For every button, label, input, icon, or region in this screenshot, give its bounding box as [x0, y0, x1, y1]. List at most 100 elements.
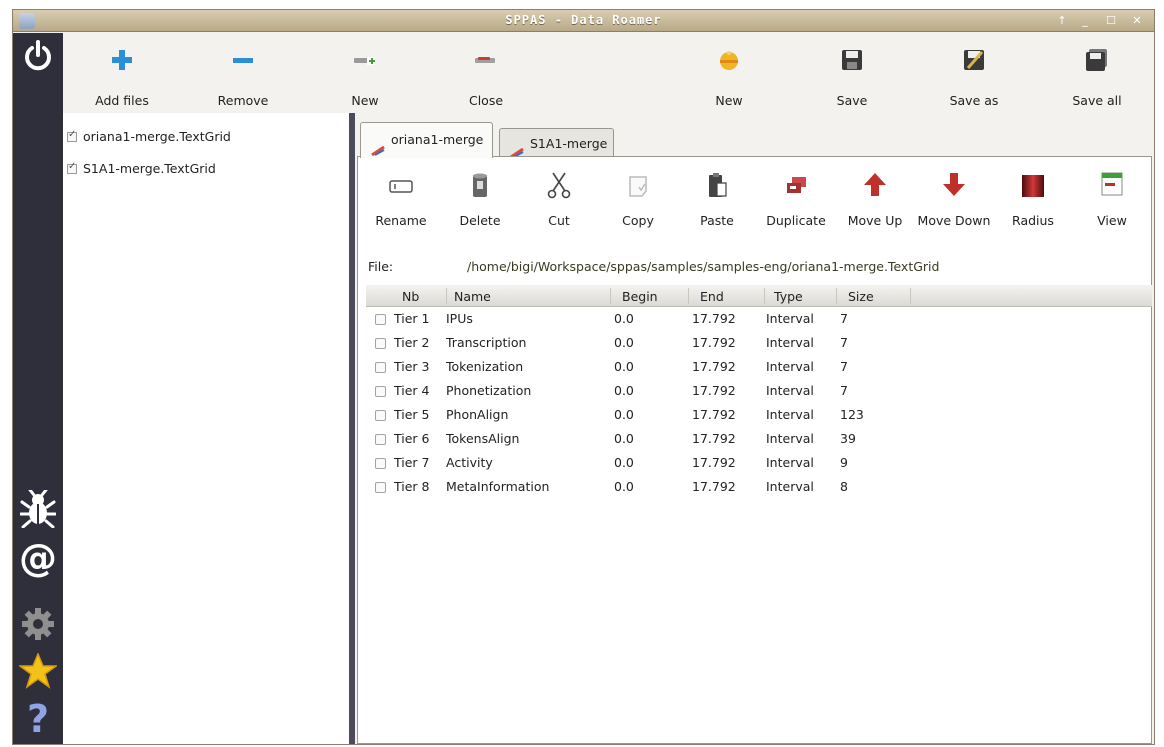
save-label: Save: [836, 93, 868, 108]
tab-oriana1-merge[interactable]: oriana1-merge: [360, 122, 493, 158]
rename-button[interactable]: Rename: [361, 171, 441, 231]
move-down-button[interactable]: Move Down: [914, 171, 994, 231]
delete-label: Delete: [459, 213, 501, 228]
bug-icon[interactable]: [18, 488, 58, 530]
radius-button[interactable]: Radius: [993, 171, 1073, 231]
col-header-size[interactable]: Size: [848, 289, 874, 304]
cell-end: 17.792: [692, 431, 736, 446]
table-row[interactable]: Tier 8 MetaInformation 0.0 17.792 Interv…: [366, 475, 1152, 499]
cell-begin: 0.0: [614, 311, 634, 326]
help-icon[interactable]: ?: [18, 697, 58, 741]
row-checkbox[interactable]: [375, 338, 386, 349]
shade-button[interactable]: ↑: [1052, 12, 1072, 29]
file-item-oriana1[interactable]: oriana1-merge.TextGrid: [67, 129, 231, 147]
table-row[interactable]: Tier 7 Activity 0.0 17.792 Interval 9: [366, 451, 1152, 475]
duplicate-button[interactable]: Duplicate: [756, 171, 836, 231]
save-all-button[interactable]: Save all: [1047, 33, 1147, 111]
arrow-down-icon: [942, 171, 966, 199]
row-checkbox[interactable]: [375, 410, 386, 421]
file-item-s1a1[interactable]: S1A1-merge.TextGrid: [67, 161, 216, 179]
cut-label: Cut: [548, 213, 570, 228]
cell-size: 7: [840, 383, 848, 398]
table-row[interactable]: Tier 3 Tokenization 0.0 17.792 Interval …: [366, 355, 1152, 379]
cell-begin: 0.0: [614, 407, 634, 422]
row-checkbox[interactable]: [375, 434, 386, 445]
tab-s1a1-merge[interactable]: S1A1-merge: [499, 128, 614, 159]
col-header-begin[interactable]: Begin: [622, 289, 658, 304]
add-files-button[interactable]: Add files: [72, 33, 172, 111]
table-row[interactable]: Tier 1 IPUs 0.0 17.792 Interval 7: [366, 307, 1152, 331]
cell-type: Interval: [766, 407, 814, 422]
cell-name: MetaInformation: [446, 479, 550, 494]
cell-type: Interval: [766, 335, 814, 350]
save-button[interactable]: Save: [802, 33, 902, 111]
paste-button[interactable]: Paste: [677, 171, 757, 231]
tab-label: oriana1-merge: [391, 132, 484, 147]
row-checkbox[interactable]: [375, 482, 386, 493]
row-checkbox[interactable]: [375, 458, 386, 469]
delete-button[interactable]: Delete: [440, 171, 520, 231]
cell-end: 17.792: [692, 311, 736, 326]
remove-button[interactable]: Remove: [193, 33, 293, 111]
cell-nb: Tier 7: [394, 455, 430, 470]
col-header-nb[interactable]: Nb: [402, 289, 419, 304]
table-body: Tier 1 IPUs 0.0 17.792 Interval 7 Tier 2…: [366, 307, 1152, 499]
file-checkbox[interactable]: [67, 161, 77, 174]
close-file-button[interactable]: Close: [436, 33, 536, 111]
rename-label: Rename: [375, 213, 427, 228]
cell-type: Interval: [766, 359, 814, 374]
view-icon: [1100, 171, 1124, 199]
col-header-name[interactable]: Name: [454, 289, 491, 304]
cell-end: 17.792: [692, 479, 736, 494]
cell-type: Interval: [766, 383, 814, 398]
table-row[interactable]: Tier 6 TokensAlign 0.0 17.792 Interval 3…: [366, 427, 1152, 451]
paste-label: Paste: [700, 213, 734, 228]
cell-name: TokensAlign: [446, 431, 520, 446]
scissors-icon: [547, 171, 571, 199]
cell-end: 17.792: [692, 383, 736, 398]
table-row[interactable]: Tier 5 PhonAlign 0.0 17.792 Interval 123: [366, 403, 1152, 427]
copy-button[interactable]: Copy: [598, 171, 678, 231]
trash-icon: [468, 171, 492, 199]
at-icon[interactable]: @: [18, 536, 58, 580]
add-files-label: Add files: [95, 93, 149, 108]
maximize-button[interactable]: ☐: [1101, 12, 1121, 29]
cell-begin: 0.0: [614, 383, 634, 398]
remove-label: Remove: [217, 93, 269, 108]
cell-type: Interval: [766, 311, 814, 326]
main-window: SPPAS - Data Roamer ↑ _ ☐ ✕ @ ? Add file…: [12, 9, 1155, 745]
cell-size: 39: [840, 431, 856, 446]
plus-icon: [110, 48, 134, 72]
cell-name: Tokenization: [446, 359, 524, 374]
file-checkbox[interactable]: [67, 129, 77, 142]
table-row[interactable]: Tier 2 Transcription 0.0 17.792 Interval…: [366, 331, 1152, 355]
row-checkbox[interactable]: [375, 386, 386, 397]
view-button[interactable]: View: [1072, 171, 1152, 231]
close-window-button[interactable]: ✕: [1127, 12, 1147, 29]
save-as-button[interactable]: Save as: [924, 33, 1024, 111]
cell-type: Interval: [766, 455, 814, 470]
table-row[interactable]: Tier 4 Phonetization 0.0 17.792 Interval…: [366, 379, 1152, 403]
new-workspace-button[interactable]: New: [679, 33, 779, 111]
row-checkbox[interactable]: [375, 362, 386, 373]
new-file-button[interactable]: New: [315, 33, 415, 111]
title-bar[interactable]: SPPAS - Data Roamer ↑ _ ☐ ✕: [13, 10, 1154, 32]
cell-name: Phonetization: [446, 383, 532, 398]
save-as-label: Save as: [949, 93, 999, 108]
col-header-type[interactable]: Type: [774, 289, 803, 304]
col-header-end[interactable]: End: [700, 289, 724, 304]
row-checkbox[interactable]: [375, 314, 386, 325]
cell-end: 17.792: [692, 335, 736, 350]
gear-icon[interactable]: [18, 607, 58, 643]
power-icon[interactable]: [18, 39, 58, 73]
radius-label: Radius: [1012, 213, 1054, 228]
cut-button[interactable]: Cut: [519, 171, 599, 231]
star-icon[interactable]: [17, 652, 59, 691]
move-up-button[interactable]: Move Up: [835, 171, 915, 231]
cell-nb: Tier 5: [394, 407, 430, 422]
close-file-label: Close: [468, 93, 504, 108]
cell-end: 17.792: [692, 359, 736, 374]
minimize-button[interactable]: _: [1075, 12, 1095, 29]
file-name: S1A1-merge.TextGrid: [83, 161, 216, 176]
rename-icon: [389, 171, 413, 199]
